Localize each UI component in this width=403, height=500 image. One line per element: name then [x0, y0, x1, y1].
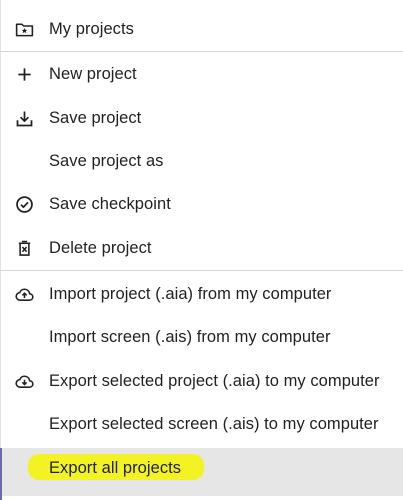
cloud-download-icon: [14, 371, 35, 392]
menu-item-label: Import project (.aia) from my computer: [49, 285, 332, 303]
menu-item-import-project[interactable]: Import project (.aia) from my computer: [0, 274, 403, 314]
menu-divider: [0, 270, 403, 271]
menu-item-save-project-as[interactable]: Save project as: [0, 141, 403, 181]
menu-item-label: New project: [49, 65, 137, 83]
folder-star-icon: [14, 19, 35, 40]
menu-item-label: Delete project: [49, 239, 152, 257]
menu-item-export-selected-screen[interactable]: Export selected screen (.ais) to my comp…: [0, 404, 403, 444]
plus-icon: [14, 64, 35, 85]
menu-item-label: Save project as: [49, 152, 164, 170]
menu-item-export-all-projects[interactable]: Export all projects: [0, 448, 403, 496]
menu-item-label: Export all projects: [49, 459, 182, 477]
project-menu-screen: My projects New project Save project Sav…: [0, 0, 403, 500]
window-edge: [0, 448, 2, 500]
menu-item-label: Import screen (.ais) from my computer: [49, 328, 331, 346]
menu-item-delete-project[interactable]: Delete project: [0, 228, 403, 268]
menu-item-label: My projects: [49, 20, 134, 38]
menu-item-label: Save checkpoint: [49, 195, 171, 213]
menu-item-export-selected-project[interactable]: Export selected project (.aia) to my com…: [0, 361, 403, 401]
menu-item-my-projects[interactable]: My projects: [0, 9, 403, 49]
menu-divider: [0, 51, 403, 52]
menu-item-save-checkpoint[interactable]: Save checkpoint: [0, 184, 403, 224]
menu-item-label: Export selected screen (.ais) to my comp…: [49, 415, 379, 433]
project-menu: My projects New project Save project Sav…: [0, 0, 403, 500]
menu-item-new-project[interactable]: New project: [0, 54, 403, 94]
menu-item-label: Save project: [49, 109, 142, 127]
check-circle-icon: [14, 194, 35, 215]
trash-x-icon: [14, 238, 35, 259]
menu-item-save-project[interactable]: Save project: [0, 98, 403, 138]
menu-item-label: Export selected project (.aia) to my com…: [49, 372, 380, 390]
menu-item-import-screen[interactable]: Import screen (.ais) from my computer: [0, 317, 403, 357]
download-tray-icon: [14, 108, 35, 129]
cloud-upload-icon: [14, 284, 35, 305]
